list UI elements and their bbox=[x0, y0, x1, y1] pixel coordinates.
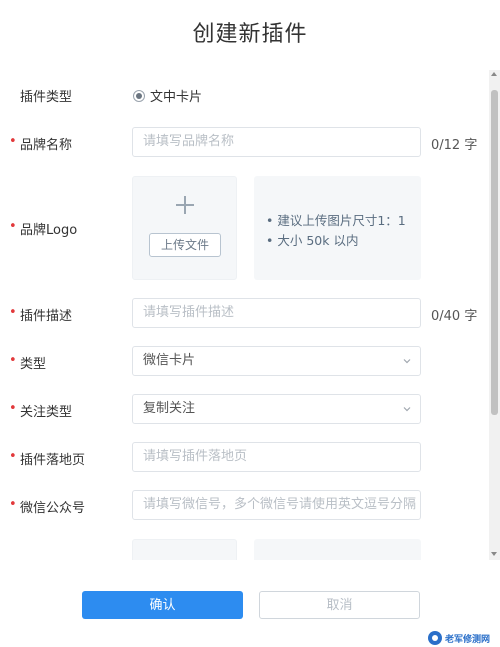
plugin-desc-label: 插件描述 bbox=[9, 305, 72, 324]
brand-logo-label: 品牌Logo bbox=[9, 219, 77, 238]
plugin-type-option-label[interactable]: 文中卡片 bbox=[150, 86, 202, 105]
logo-hint-box: • 建议上传图片尺寸1：1 • 大小 50k 以内 bbox=[254, 176, 421, 280]
upload-box-partial[interactable] bbox=[132, 539, 237, 560]
plugin-desc-counter: 0/40 字 bbox=[431, 309, 478, 324]
scroll-thumb[interactable] bbox=[491, 90, 498, 415]
chevron-down-icon[interactable] bbox=[402, 356, 412, 366]
logo-upload-box[interactable]: 上传文件 bbox=[132, 176, 237, 280]
form-scrollbar[interactable] bbox=[489, 70, 500, 560]
plugin-type-label: 插件类型 bbox=[20, 90, 73, 105]
follow-type-select[interactable]: 复制关注 bbox=[132, 394, 421, 424]
cancel-button[interactable]: 取消 bbox=[259, 591, 420, 619]
plugin-form: 插件类型 文中卡片 品牌名称 请填写品牌名称 0/12 字 品牌Logo 上传文… bbox=[0, 70, 488, 560]
type-label: 类型 bbox=[9, 353, 46, 372]
wechat-account-label: 微信公众号 bbox=[9, 497, 85, 516]
confirm-button[interactable]: 确认 bbox=[82, 591, 243, 619]
wechat-account-input[interactable]: 请填写微信号，多个微信号请使用英文逗号分隔 bbox=[132, 490, 421, 520]
logo-hint-size: • 建议上传图片尺寸1：1 bbox=[266, 213, 406, 228]
upload-file-button[interactable]: 上传文件 bbox=[149, 233, 221, 257]
scroll-up-arrow-icon[interactable] bbox=[491, 72, 497, 76]
follow-type-select-value[interactable]: 复制关注 bbox=[143, 401, 195, 416]
radio-selected-icon[interactable] bbox=[133, 89, 145, 102]
plus-icon[interactable] bbox=[175, 195, 195, 215]
landing-page-label: 插件落地页 bbox=[9, 449, 85, 468]
type-select[interactable]: 微信卡片 bbox=[132, 346, 421, 376]
watermark-text: 老军修测网 bbox=[445, 634, 491, 645]
dialog-title: 创建新插件 bbox=[192, 22, 308, 47]
scroll-down-arrow-icon[interactable] bbox=[491, 552, 497, 556]
landing-page-input[interactable]: 请填写插件落地页 bbox=[132, 442, 421, 472]
watermark: 老军修测网 bbox=[428, 631, 490, 645]
watermark-logo-icon bbox=[428, 631, 442, 645]
logo-hint-filesize: • 大小 50k 以内 bbox=[266, 233, 359, 248]
brand-name-label: 品牌名称 bbox=[9, 134, 72, 153]
plugin-type-radio[interactable]: 文中卡片 bbox=[133, 86, 202, 105]
hint-box-partial bbox=[254, 539, 421, 560]
brand-name-counter: 0/12 字 bbox=[431, 138, 478, 153]
follow-type-label: 关注类型 bbox=[9, 401, 72, 420]
chevron-down-icon[interactable] bbox=[402, 404, 412, 414]
brand-name-input[interactable]: 请填写品牌名称 bbox=[132, 127, 421, 157]
type-select-value[interactable]: 微信卡片 bbox=[143, 353, 195, 368]
plugin-desc-input[interactable]: 请填写插件描述 bbox=[132, 298, 421, 328]
